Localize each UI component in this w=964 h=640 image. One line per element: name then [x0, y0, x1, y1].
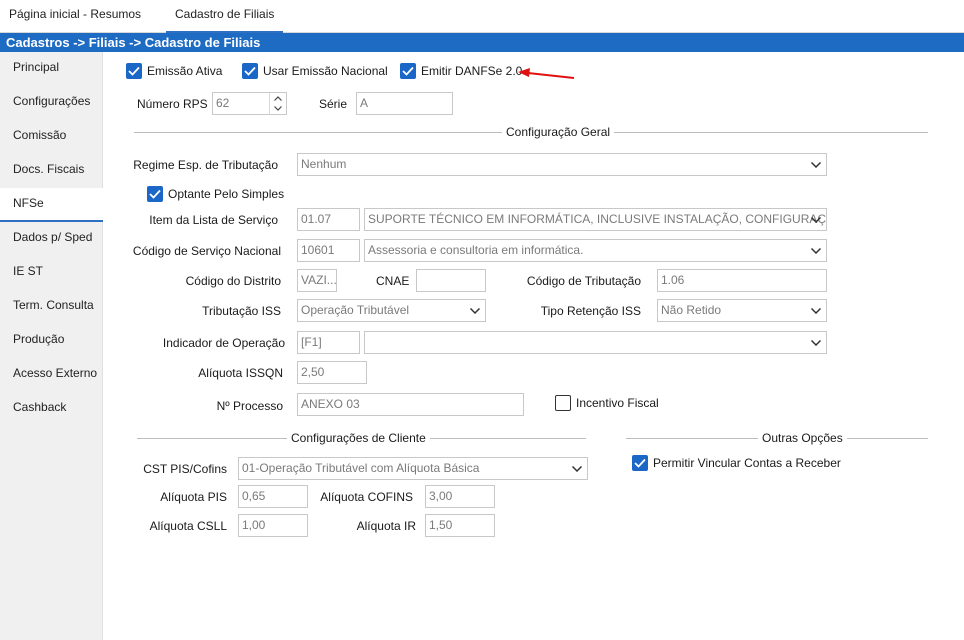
chevron-down-icon[interactable]	[567, 458, 587, 479]
check-icon	[126, 63, 142, 79]
aliquota-issqn-input[interactable]: 2,50	[297, 361, 367, 384]
optante-simples-checkbox[interactable]: Optante Pelo Simples	[147, 185, 284, 203]
cst-pis-cofins-value: 01-Operação Tributável com Alíquota Bási…	[242, 461, 480, 475]
item-lista-value: SUPORTE TÉCNICO EM INFORMÁTICA, INCLUSIV…	[368, 212, 826, 226]
chevron-down-icon[interactable]	[465, 300, 485, 321]
aliquota-pis-input[interactable]: 0,65	[238, 485, 308, 508]
emissao-ativa-label: Emissão Ativa	[147, 64, 223, 78]
red-arrow-icon	[518, 68, 575, 79]
chevron-down-icon[interactable]	[270, 103, 286, 113]
config-geral-title: Configuração Geral	[502, 125, 615, 139]
codigo-servico-nacional-label: Código de Serviço Nacional	[132, 244, 281, 258]
sidebar-item-cashback[interactable]: Cashback	[0, 392, 103, 426]
check-icon	[632, 455, 648, 471]
indicador-operacao-select[interactable]	[364, 331, 827, 354]
sidebar-item-producao[interactable]: Produção	[0, 324, 103, 358]
cst-pis-cofins-label: CST PIS/Cofins	[143, 462, 227, 476]
numero-processo-label: Nº Processo	[216, 399, 283, 413]
item-lista-code-input[interactable]: 01.07	[297, 208, 360, 231]
sidebar-item-dados-sped[interactable]: Dados p/ Sped	[0, 222, 103, 256]
aliquota-cofins-label: Alíquota COFINS	[320, 490, 413, 504]
tab-cadastro-filiais[interactable]: Cadastro de Filiais	[166, 0, 284, 33]
config-geral-section: Configuração Geral	[134, 125, 928, 139]
sidebar-item-acesso-externo[interactable]: Acesso Externo	[0, 358, 103, 392]
incentivo-fiscal-checkbox[interactable]: Incentivo Fiscal	[555, 394, 659, 412]
emissao-ativa-checkbox[interactable]: Emissão Ativa	[126, 62, 222, 80]
incentivo-fiscal-label: Incentivo Fiscal	[576, 396, 659, 410]
cst-pis-cofins-select[interactable]: 01-Operação Tributável com Alíquota Bási…	[238, 457, 588, 480]
item-lista-select[interactable]: SUPORTE TÉCNICO EM INFORMÁTICA, INCLUSIV…	[364, 208, 827, 231]
serie-input[interactable]: A	[356, 92, 453, 115]
emitir-danfse-checkbox[interactable]: Emitir DANFSe 2.0	[400, 62, 522, 80]
codigo-distrito-input[interactable]: VAZI...	[297, 269, 337, 292]
numero-rps-stepper[interactable]: 62	[212, 92, 287, 115]
optante-simples-label: Optante Pelo Simples	[168, 187, 285, 201]
tipo-retencao-iss-value: Não Retido	[661, 303, 722, 317]
cnae-input[interactable]	[416, 269, 486, 292]
aliquota-ir-input[interactable]: 1,50	[425, 514, 495, 537]
codigo-tributacao-label: Código de Tributação	[526, 274, 641, 288]
sidebar-item-docs-fiscais[interactable]: Docs. Fiscais	[0, 154, 103, 188]
check-icon	[400, 63, 416, 79]
check-icon	[147, 186, 163, 202]
aliquota-csll-input[interactable]: 1,00	[238, 514, 308, 537]
chevron-down-icon[interactable]	[806, 332, 826, 353]
permitir-vincular-checkbox[interactable]: Permitir Vincular Contas a Receber	[632, 454, 841, 472]
outras-opcoes-section: Outras Opções	[626, 431, 928, 445]
document-tabs: Página inicial - Resumos Cadastro de Fil…	[0, 0, 964, 33]
chevron-down-icon[interactable]	[806, 300, 826, 321]
config-cliente-title: Configurações de Cliente	[287, 431, 430, 445]
tipo-retencao-iss-label: Tipo Retenção ISS	[540, 304, 641, 318]
aliquota-cofins-input[interactable]: 3,00	[425, 485, 495, 508]
tipo-retencao-iss-select[interactable]: Não Retido	[657, 299, 827, 322]
sidebar-item-term-consulta[interactable]: Term. Consulta	[0, 290, 103, 324]
tributacao-iss-value: Operação Tributável	[301, 303, 410, 317]
item-lista-label: Item da Lista de Serviço	[149, 213, 278, 227]
chevron-up-icon[interactable]	[270, 93, 286, 103]
indicador-operacao-label: Indicador de Operação	[162, 336, 285, 350]
chevron-down-icon[interactable]	[806, 240, 826, 261]
check-icon	[242, 63, 258, 79]
aliquota-csll-label: Alíquota CSLL	[149, 519, 227, 533]
chevron-down-icon[interactable]	[806, 154, 826, 175]
usar-emissao-nacional-label: Usar Emissão Nacional	[263, 64, 388, 78]
rps-spinner[interactable]	[269, 93, 286, 114]
tributacao-iss-label: Tributação ISS	[202, 304, 281, 318]
nfse-panel: Emissão Ativa Usar Emissão Nacional Emit…	[104, 52, 964, 640]
codigo-servico-nacional-value: Assessoria e consultoria em informática.	[368, 243, 584, 257]
emitir-danfse-label: Emitir DANFSe 2.0	[421, 64, 523, 78]
sidebar-item-ie-st[interactable]: IE ST	[0, 256, 103, 290]
config-cliente-section: Configurações de Cliente	[137, 431, 586, 445]
sidebar-item-nfse[interactable]: NFSe	[0, 188, 103, 222]
codigo-servico-nacional-select[interactable]: Assessoria e consultoria em informática.	[364, 239, 827, 262]
codigo-servico-nacional-code-input[interactable]: 10601	[297, 239, 360, 262]
aliquota-pis-label: Alíquota PIS	[160, 490, 227, 504]
tab-pagina-inicial[interactable]: Página inicial - Resumos	[0, 0, 150, 33]
indicador-operacao-code-input[interactable]: [F1]	[297, 331, 360, 354]
serie-label: Série	[319, 97, 348, 111]
outras-opcoes-title: Outras Opções	[758, 431, 847, 445]
aliquota-issqn-label: Alíquota ISSQN	[198, 366, 283, 380]
codigo-tributacao-input[interactable]: 1.06	[657, 269, 827, 292]
regime-label: Regime Esp. de Tributação	[133, 158, 278, 172]
sidebar-item-configuracoes[interactable]: Configurações	[0, 86, 103, 120]
aliquota-ir-label: Alíquota IR	[356, 519, 416, 533]
numero-rps-label: Número RPS	[137, 97, 208, 111]
regime-select[interactable]: Nenhum	[297, 153, 827, 176]
checkbox-empty-icon	[555, 395, 571, 411]
numero-rps-value: 62	[216, 96, 230, 110]
tributacao-iss-select[interactable]: Operação Tributável	[297, 299, 486, 322]
permitir-vincular-label: Permitir Vincular Contas a Receber	[653, 456, 841, 470]
chevron-down-icon[interactable]	[806, 209, 826, 230]
codigo-distrito-label: Código do Distrito	[185, 274, 281, 288]
cnae-label: CNAE	[376, 274, 410, 288]
sidebar: Principal Configurações Comissão Docs. F…	[0, 52, 103, 640]
sidebar-item-comissao[interactable]: Comissão	[0, 120, 103, 154]
usar-emissao-nacional-checkbox[interactable]: Usar Emissão Nacional	[242, 62, 388, 80]
regime-value: Nenhum	[301, 157, 347, 171]
breadcrumb: Cadastros -> Filiais -> Cadastro de Fili…	[0, 33, 964, 52]
numero-processo-input[interactable]: ANEXO 03	[297, 393, 524, 416]
sidebar-item-principal[interactable]: Principal	[0, 52, 103, 86]
